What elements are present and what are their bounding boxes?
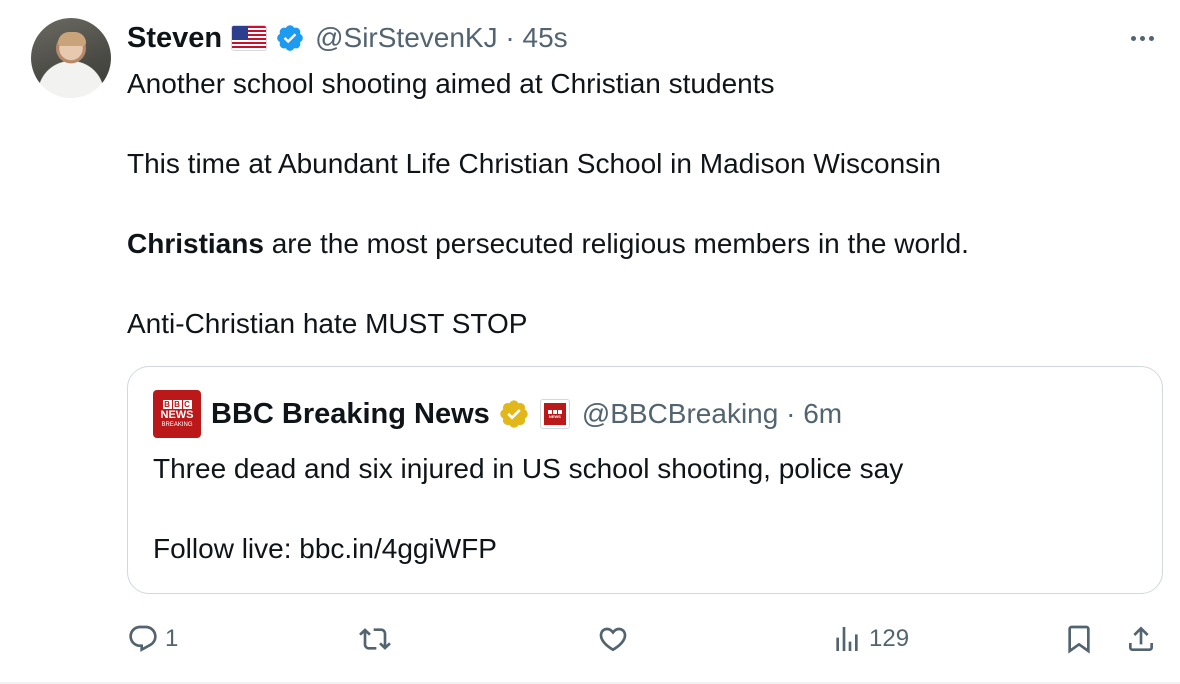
bookmark-button[interactable]: [1063, 618, 1095, 660]
tweet-line: This time at Abundant Life Christian Sch…: [127, 148, 941, 179]
quote-author-name[interactable]: BBC Breaking News: [211, 398, 490, 431]
action-bar: 1 129: [127, 618, 1167, 660]
reply-count: 1: [165, 625, 179, 652]
quote-line: Three dead and six injured in US school …: [153, 453, 904, 484]
tweet-line: Christians are the most persecuted relig…: [127, 228, 969, 259]
tweet-line: Anti-Christian hate MUST STOP: [127, 308, 528, 339]
tweet-line: Another school shooting aimed at Christi…: [127, 68, 775, 99]
heart-icon: [599, 627, 627, 652]
bbc-affiliate-badge-icon: NEWS: [539, 399, 570, 429]
retweet-icon: [359, 628, 391, 650]
tweet[interactable]: Steven @SirStevenKJ · 45s Another school…: [0, 0, 1180, 684]
author-name[interactable]: Steven: [127, 22, 222, 55]
views-button[interactable]: 129: [831, 618, 909, 660]
quoted-tweet[interactable]: BBC NEWS BREAKING BBC Breaking News NEWS…: [127, 366, 1163, 594]
views-icon: [836, 627, 858, 651]
share-button[interactable]: [1125, 618, 1157, 660]
tweet-time: 45s: [522, 22, 568, 53]
tweet-text: Another school shooting aimed at Christi…: [127, 64, 1137, 344]
quote-author-handle[interactable]: @BBCBreaking · 6m: [582, 398, 842, 430]
like-button[interactable]: [597, 618, 629, 660]
views-count: 129: [869, 625, 910, 652]
more-icon[interactable]: [1124, 24, 1160, 52]
tweet-header: Steven @SirStevenKJ · 45s: [127, 18, 568, 58]
quote-header: BBC NEWS BREAKING BBC Breaking News NEWS…: [153, 390, 842, 438]
share-icon: [1129, 626, 1153, 651]
author-handle[interactable]: @SirStevenKJ · 45s: [315, 22, 568, 54]
quote-line: Follow live: bbc.in/4ggiWFP: [153, 533, 497, 564]
bookmark-icon: [1068, 625, 1090, 654]
bbc-news-avatar[interactable]: BBC NEWS BREAKING: [153, 390, 201, 438]
bold-word: Christians: [127, 228, 264, 259]
gold-verified-badge-icon: [500, 400, 528, 428]
quote-text: Three dead and six injured in US school …: [153, 449, 1133, 569]
verified-badge-icon: [277, 25, 303, 51]
reply-button[interactable]: 1: [127, 618, 178, 660]
author-avatar[interactable]: [31, 18, 111, 98]
quote-time: 6m: [803, 398, 843, 429]
reply-icon: [129, 625, 157, 652]
retweet-button[interactable]: [359, 618, 391, 660]
us-flag-icon: [231, 25, 268, 51]
